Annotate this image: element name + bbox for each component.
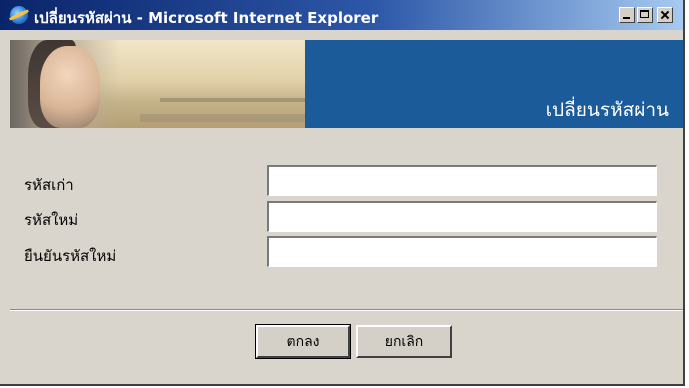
cancel-button[interactable]: ยกเลิก — [356, 325, 452, 358]
banner-photo-face — [40, 46, 100, 128]
minimize-button[interactable] — [619, 7, 635, 23]
banner-title: เปลี่ยนรหัสผ่าน — [545, 99, 669, 121]
old-password-input[interactable] — [267, 165, 657, 196]
header-banner: เปลี่ยนรหัสผ่าน — [10, 40, 683, 128]
window-title: เปลี่ยนรหัสผ่าน - Microsoft Internet Exp… — [34, 9, 379, 27]
maximize-button[interactable] — [637, 7, 653, 23]
banner-photo-strip — [140, 114, 305, 122]
browser-window: เปลี่ยนรหัสผ่าน - Microsoft Internet Exp… — [0, 0, 685, 386]
internet-explorer-icon — [10, 6, 28, 24]
title-bar[interactable]: เปลี่ยนรหัสผ่าน - Microsoft Internet Exp… — [0, 0, 683, 30]
confirm-password-input[interactable] — [267, 236, 657, 267]
new-password-label: รหัสใหม่ — [24, 211, 79, 229]
ok-button[interactable]: ตกลง — [255, 324, 351, 359]
old-password-label: รหัสเก่า — [24, 176, 74, 194]
confirm-password-label: ยืนยันรหัสใหม่ — [24, 247, 117, 265]
change-password-form: รหัสเก่า รหัสใหม่ ยืนยันรหัสใหม่ — [10, 145, 683, 309]
footer-divider — [10, 309, 683, 311]
banner-photo-horizon — [160, 98, 305, 102]
banner-photo — [10, 40, 305, 128]
new-password-input[interactable] — [267, 201, 657, 232]
close-button[interactable] — [657, 7, 673, 23]
